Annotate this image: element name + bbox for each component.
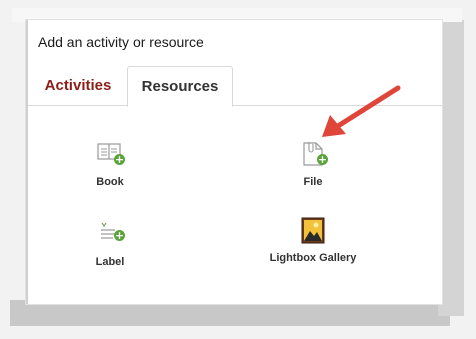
resource-book[interactable]: + Book	[50, 140, 170, 188]
resource-label: Lightbox Gallery	[269, 252, 357, 264]
file-icon: +	[298, 140, 328, 168]
resource-label: Label	[95, 256, 125, 268]
resource-label-item[interactable]: + Label	[50, 220, 170, 268]
book-icon: +	[95, 140, 125, 168]
tab-resources[interactable]: Resources	[127, 66, 233, 107]
resource-label: File	[303, 176, 323, 188]
add-plus-icon: +	[317, 153, 328, 166]
add-plus-icon: +	[114, 153, 125, 166]
resource-label: Book	[96, 176, 124, 188]
resource-file[interactable]: + File	[253, 140, 373, 188]
dialog-title: Add an activity or resource	[38, 34, 204, 50]
resource-lightbox-gallery[interactable]: Lightbox Gallery	[253, 216, 373, 264]
add-plus-icon: +	[114, 229, 125, 242]
lightbox-gallery-icon	[298, 216, 328, 246]
tab-activities[interactable]: Activities	[30, 66, 126, 106]
label-icon: +	[95, 220, 125, 248]
dialog-left-border	[26, 20, 28, 304]
